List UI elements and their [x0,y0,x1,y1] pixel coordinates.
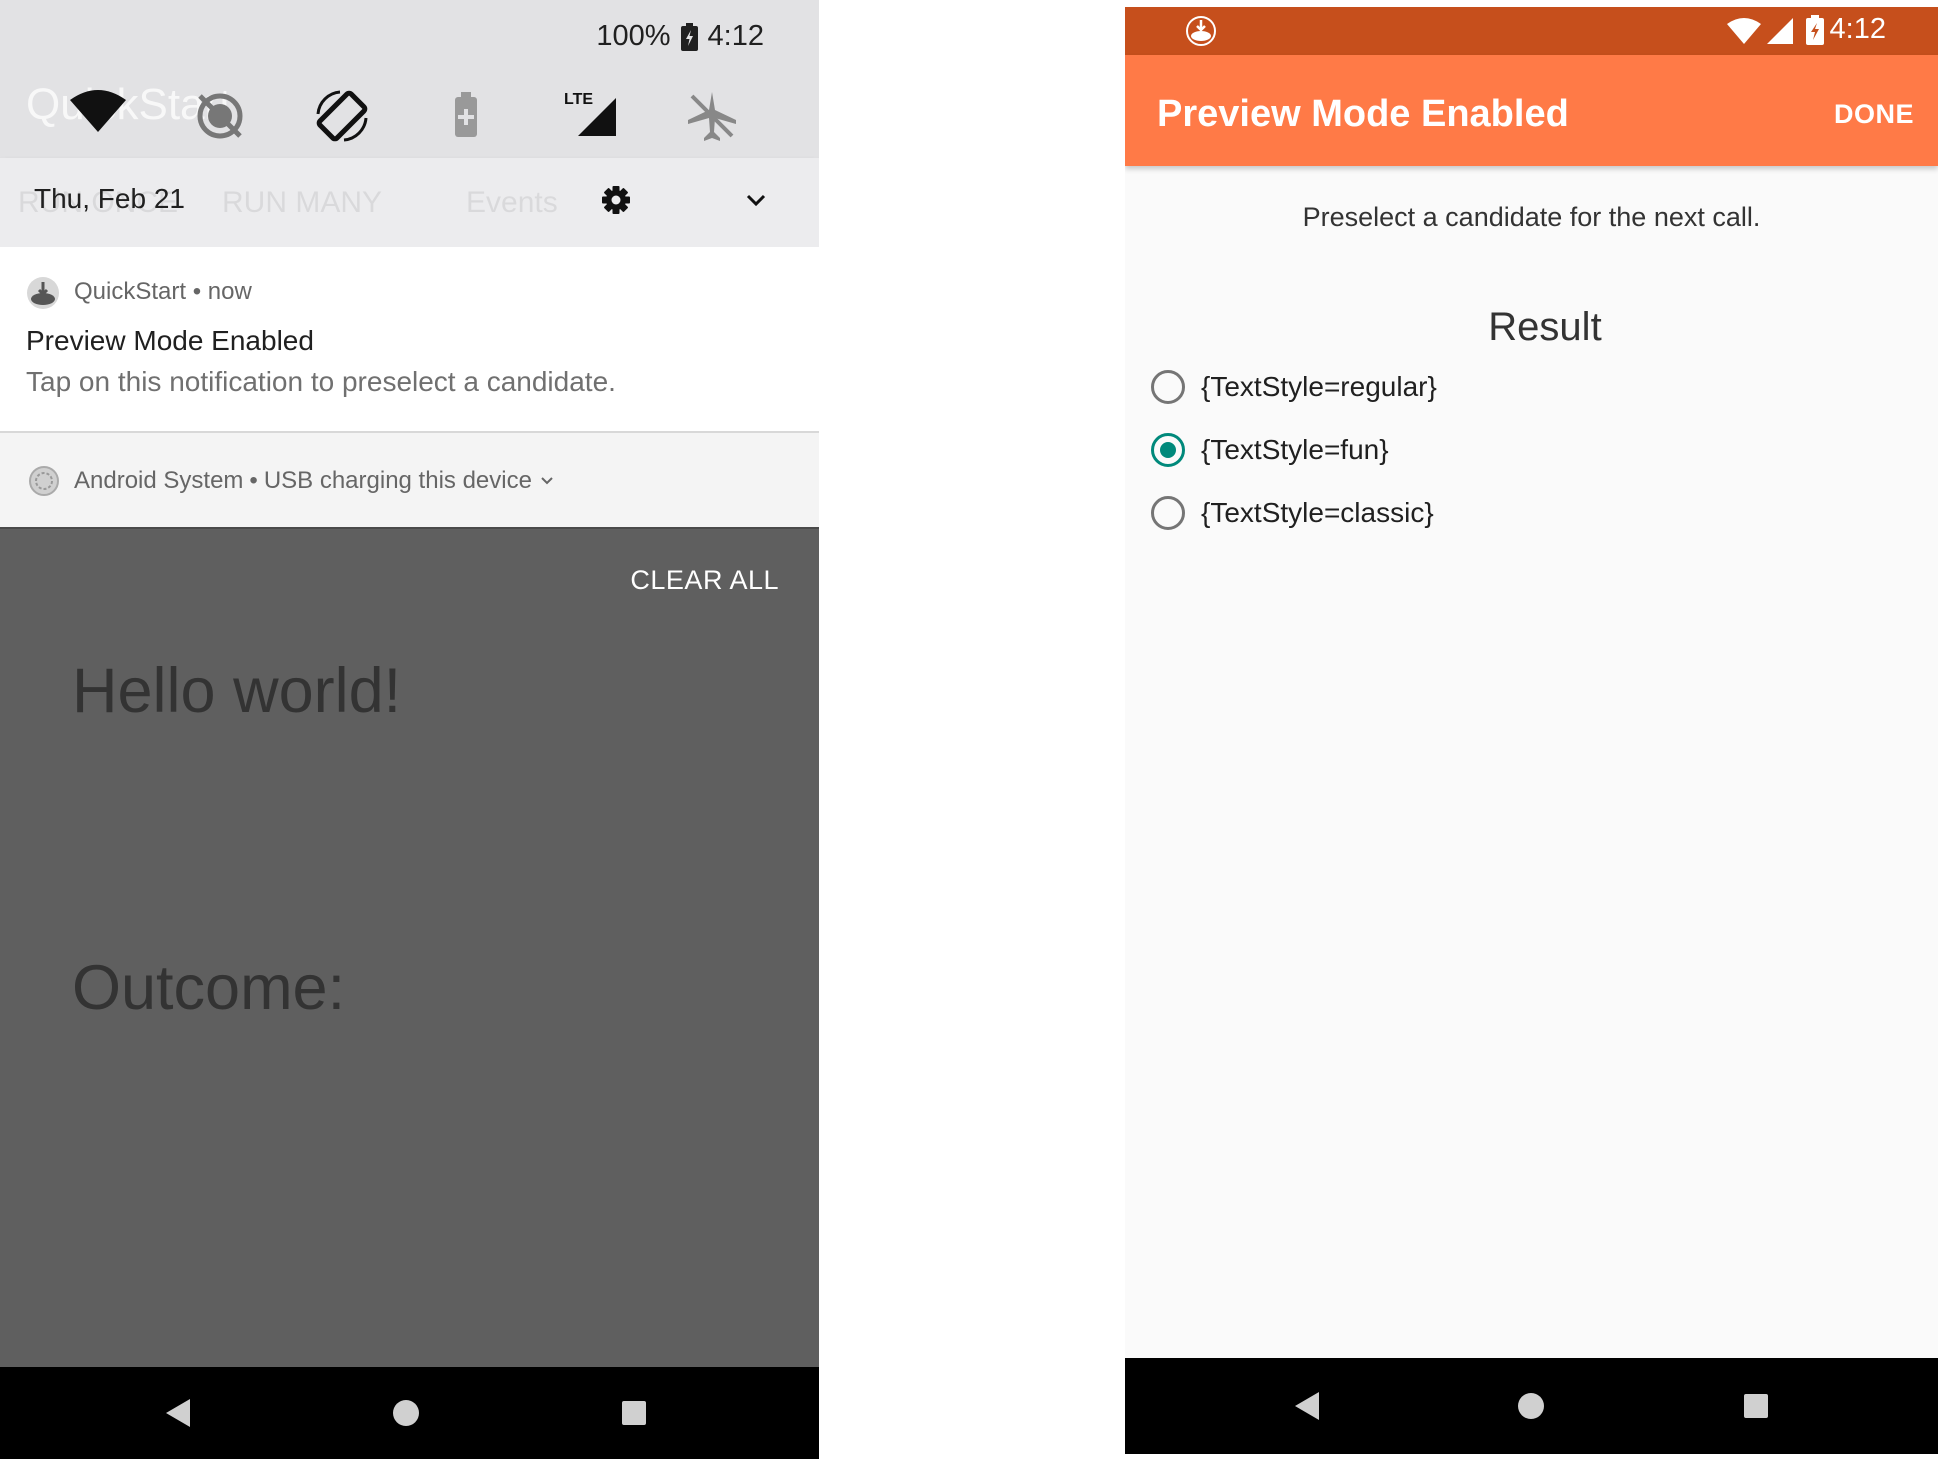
app-bar: Preview Mode Enabled DONE [1125,55,1938,166]
back-icon[interactable] [164,1397,192,1429]
system-notification-header: Android System • USB charging this devic… [74,467,556,495]
quick-settings-tiles: QuickStart LTE [0,78,819,158]
battery-percent: 100% [596,20,671,52]
android-system-notification[interactable]: Android System • USB charging this devic… [0,433,819,529]
system-notification-text: USB charging this device [263,467,532,494]
notification-title: Preview Mode Enabled [26,325,314,356]
auto-rotate-icon[interactable] [310,84,374,148]
notification-time: now [207,278,252,305]
left-phone-screen: 100% 4:12 QuickStart LTE RUN ONCE RUN MA… [0,0,819,1459]
background-tab-run-many: RUN MANY [222,186,383,219]
right-navigation-bar [1125,1358,1938,1454]
status-bar: 4:12 [1125,7,1938,55]
expand-chevron-icon[interactable] [538,472,556,490]
chevron-down-icon[interactable] [738,182,774,218]
app-bar-title: Preview Mode Enabled [1157,93,1569,135]
data-saver-icon[interactable] [188,84,252,148]
clear-all-button[interactable]: CLEAR ALL [630,565,779,596]
header-separator: • [192,278,208,305]
recents-icon[interactable] [1743,1393,1769,1419]
quickstart-notification[interactable]: QuickStart • now Preview Mode Enabled Ta… [0,247,819,433]
option-label: {TextStyle=fun} [1201,434,1389,465]
option-label: {TextStyle=classic} [1201,497,1434,528]
notification-text: Tap on this notification to preselect a … [26,366,616,397]
lte-signal-icon[interactable]: LTE [556,84,620,148]
notification-app-name: QuickStart [74,278,187,305]
shade-clock: 4:12 [707,20,764,52]
usb-system-icon [29,466,59,496]
shade-header-row: RUN ONCE RUN MANY Events Thu, Feb 21 [0,158,819,247]
app-notification-icon [1186,16,1216,46]
home-icon[interactable] [1516,1391,1546,1421]
battery-saver-icon[interactable] [434,84,498,148]
right-phone-screen: 4:12 Preview Mode Enabled DONE Preselect… [1125,7,1938,1454]
header-separator: • [249,467,258,494]
date-label: Thu, Feb 21 [34,183,185,214]
result-heading: Result [1488,305,1602,349]
home-icon[interactable] [391,1398,421,1428]
quick-settings-panel: 100% 4:12 QuickStart LTE RUN ONCE RUN MA… [0,0,819,247]
system-app-name: Android System [74,467,244,494]
battery-charging-icon [680,22,698,51]
option-regular[interactable]: {TextStyle=regular} [1151,365,1437,409]
done-button[interactable]: DONE [1834,99,1914,130]
cell-signal-icon [1767,18,1793,44]
svg-text:LTE: LTE [564,91,593,108]
app-outcome-text: Outcome: [72,953,346,1023]
option-label: {TextStyle=regular} [1201,371,1437,402]
settings-gear-icon[interactable] [598,182,634,218]
wifi-icon[interactable] [66,84,130,148]
option-classic[interactable]: {TextStyle=classic} [1151,491,1434,535]
radio-button[interactable] [1151,370,1185,404]
preselect-prompt: Preselect a candidate for the next call. [1302,202,1761,232]
battery-charging-icon [1806,15,1824,45]
back-icon[interactable] [1293,1390,1321,1422]
wifi-icon [1727,18,1761,44]
option-fun[interactable]: {TextStyle=fun} [1151,428,1389,472]
radio-button[interactable] [1151,496,1185,530]
shade-status-bar: 100% 4:12 [596,20,764,53]
recents-icon[interactable] [621,1400,647,1426]
app-hello-text: Hello world! [72,656,402,726]
notification-header: QuickStart • now [74,278,252,306]
background-tab-events: Events [466,186,558,219]
airplane-mode-icon[interactable] [680,84,744,148]
radio-button-selected[interactable] [1151,433,1185,467]
quickstart-app-icon [27,277,59,309]
left-navigation-bar [0,1367,819,1459]
status-clock: 4:12 [1829,13,1886,45]
